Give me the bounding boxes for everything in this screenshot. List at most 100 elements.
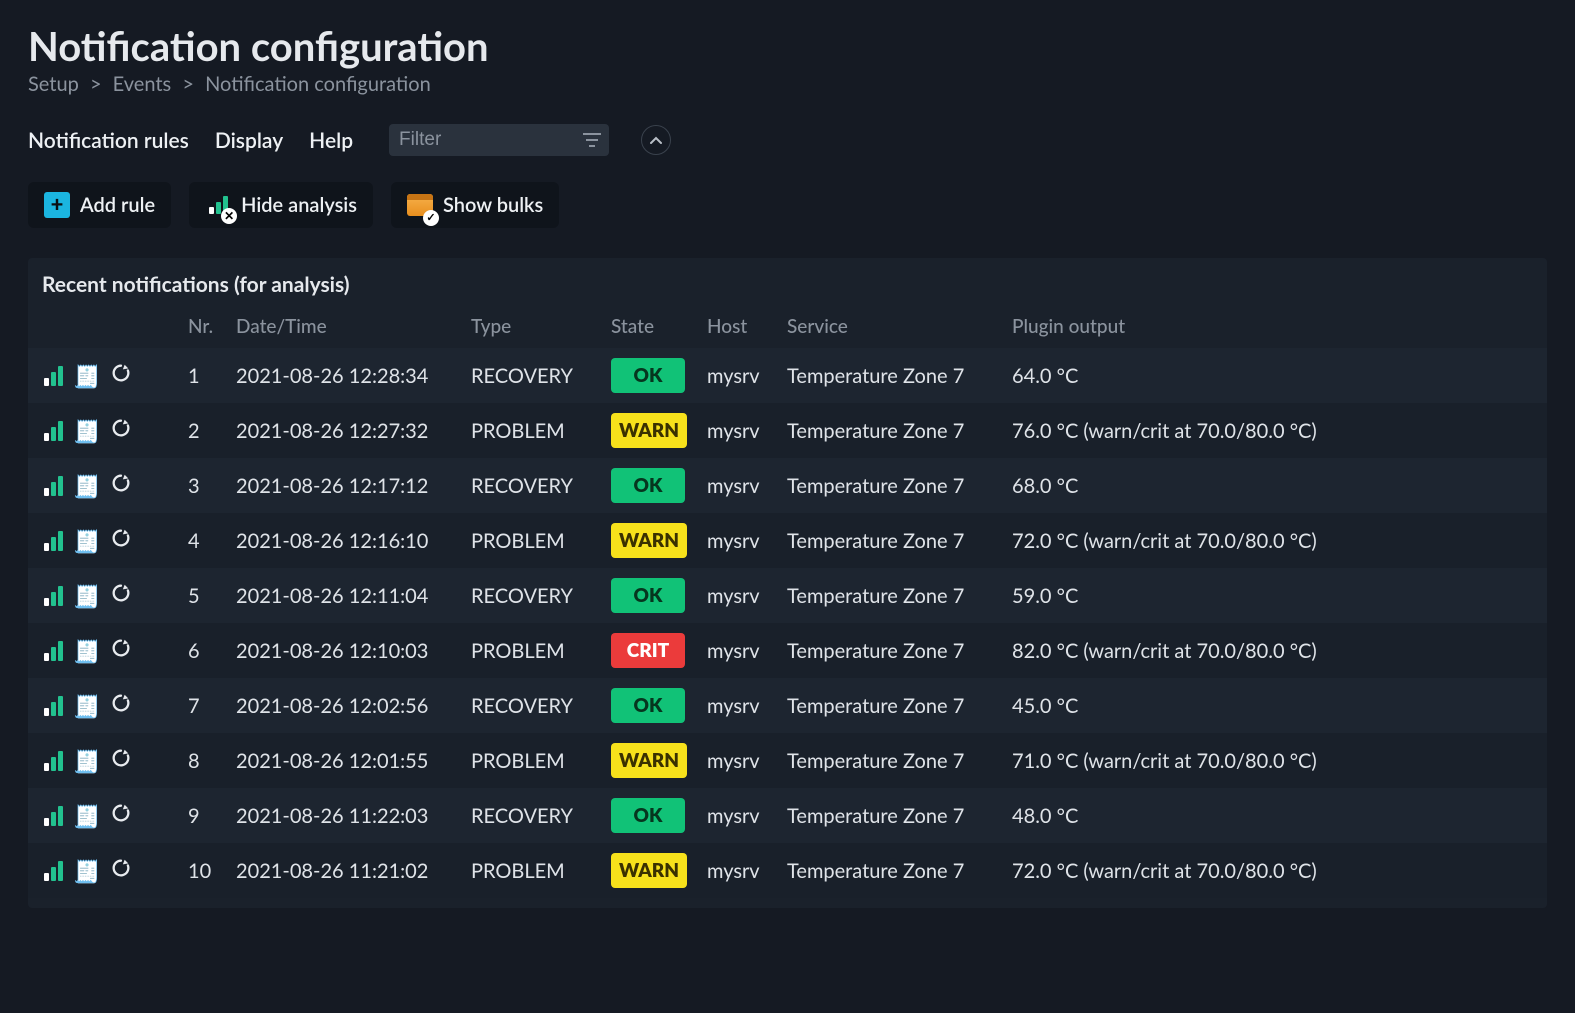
analyze-icon[interactable] [44,806,63,826]
state-badge: OK [611,358,685,393]
menu-help[interactable]: Help [309,128,353,153]
table-row: 🧾 102021-08-26 11:21:02PROBLEMWARNmysrvT… [28,843,1547,898]
cell-plugin: 45.0 °C [1002,678,1547,733]
chevron-right-icon: > [182,72,194,96]
state-badge: WARN [611,853,687,888]
show-bulks-button[interactable]: ✓ Show bulks [391,182,559,228]
context-icon[interactable]: 🧾 [73,637,100,665]
replay-icon[interactable] [110,857,132,884]
filter-input-wrap[interactable] [389,124,609,156]
cell-datetime: 2021-08-26 12:10:03 [226,623,461,678]
cell-plugin: 82.0 °C (warn/crit at 70.0/80.0 °C) [1002,623,1547,678]
col-actions [28,307,178,348]
replay-icon[interactable] [110,527,132,554]
cell-type: RECOVERY [461,568,601,623]
table-row: 🧾 72021-08-26 12:02:56RECOVERYOKmysrvTem… [28,678,1547,733]
col-state[interactable]: State [601,307,697,348]
cell-host: mysrv [697,733,777,788]
cell-nr: 4 [178,513,226,568]
filter-input[interactable] [397,128,547,152]
breadcrumb-item[interactable]: Notification configuration [205,72,431,96]
analyze-icon[interactable] [44,751,63,771]
context-icon[interactable]: 🧾 [73,362,100,390]
add-rule-button[interactable]: + Add rule [28,182,171,228]
context-icon[interactable]: 🧾 [73,417,100,445]
cell-datetime: 2021-08-26 12:17:12 [226,458,461,513]
analyze-icon[interactable] [44,641,63,661]
context-icon[interactable]: 🧾 [73,692,100,720]
chevron-right-icon: > [90,72,102,96]
close-badge-icon: ✕ [221,208,237,224]
cell-type: PROBLEM [461,843,601,898]
cell-host: mysrv [697,348,777,403]
analyze-icon[interactable] [44,421,63,441]
cell-service: Temperature Zone 7 [777,843,1002,898]
analyze-icon[interactable] [44,861,63,881]
table-row: 🧾 32021-08-26 12:17:12RECOVERYOKmysrvTem… [28,458,1547,513]
cell-plugin: 68.0 °C [1002,458,1547,513]
breadcrumb-item[interactable]: Setup [28,72,79,96]
cell-type: RECOVERY [461,678,601,733]
cell-type: PROBLEM [461,623,601,678]
col-host[interactable]: Host [697,307,777,348]
replay-icon[interactable] [110,362,132,389]
panel-title: Recent notifications (for analysis) [28,272,1547,307]
analyze-icon[interactable] [44,476,63,496]
cell-service: Temperature Zone 7 [777,458,1002,513]
collapse-toggle[interactable] [641,125,671,155]
replay-icon[interactable] [110,802,132,829]
action-label: Add rule [80,193,155,217]
cell-host: mysrv [697,623,777,678]
replay-icon[interactable] [110,582,132,609]
col-type[interactable]: Type [461,307,601,348]
context-icon[interactable]: 🧾 [73,857,100,885]
breadcrumb-item[interactable]: Events [113,72,172,96]
cell-datetime: 2021-08-26 11:21:02 [226,843,461,898]
replay-icon[interactable] [110,637,132,664]
breadcrumb: Setup > Events > Notification configurat… [28,72,1547,96]
context-icon[interactable]: 🧾 [73,582,100,610]
cell-state: WARN [601,843,697,898]
cell-state: OK [601,788,697,843]
replay-icon[interactable] [110,472,132,499]
state-badge: OK [611,578,685,613]
cell-datetime: 2021-08-26 12:28:34 [226,348,461,403]
context-icon[interactable]: 🧾 [73,527,100,555]
state-badge: OK [611,468,685,503]
cell-nr: 6 [178,623,226,678]
table-row: 🧾 22021-08-26 12:27:32PROBLEMWARNmysrvTe… [28,403,1547,458]
replay-icon[interactable] [110,692,132,719]
col-service[interactable]: Service [777,307,1002,348]
cell-state: WARN [601,403,697,458]
cell-plugin: 48.0 °C [1002,788,1547,843]
cell-plugin: 71.0 °C (warn/crit at 70.0/80.0 °C) [1002,733,1547,788]
cell-datetime: 2021-08-26 12:11:04 [226,568,461,623]
analyze-icon[interactable] [44,696,63,716]
col-nr[interactable]: Nr. [178,307,226,348]
cell-state: OK [601,678,697,733]
cell-service: Temperature Zone 7 [777,623,1002,678]
cell-state: OK [601,348,697,403]
table-row: 🧾 82021-08-26 12:01:55PROBLEMWARNmysrvTe… [28,733,1547,788]
menu-display[interactable]: Display [215,128,283,153]
cell-nr: 8 [178,733,226,788]
context-icon[interactable]: 🧾 [73,747,100,775]
col-plugin[interactable]: Plugin output [1002,307,1547,348]
plus-icon: + [44,192,70,218]
cell-plugin: 72.0 °C (warn/crit at 70.0/80.0 °C) [1002,843,1547,898]
context-icon[interactable]: 🧾 [73,472,100,500]
context-icon[interactable]: 🧾 [73,802,100,830]
cell-nr: 3 [178,458,226,513]
menu-notification-rules[interactable]: Notification rules [28,128,189,153]
analyze-icon[interactable] [44,531,63,551]
col-datetime[interactable]: Date/Time [226,307,461,348]
check-badge-icon: ✓ [423,210,439,226]
table-row: 🧾 92021-08-26 11:22:03RECOVERYOKmysrvTem… [28,788,1547,843]
replay-icon[interactable] [110,417,132,444]
hide-analysis-button[interactable]: ✕ Hide analysis [189,182,373,228]
cell-state: WARN [601,513,697,568]
analyze-icon[interactable] [44,586,63,606]
replay-icon[interactable] [110,747,132,774]
cell-nr: 10 [178,843,226,898]
analyze-icon[interactable] [44,366,63,386]
